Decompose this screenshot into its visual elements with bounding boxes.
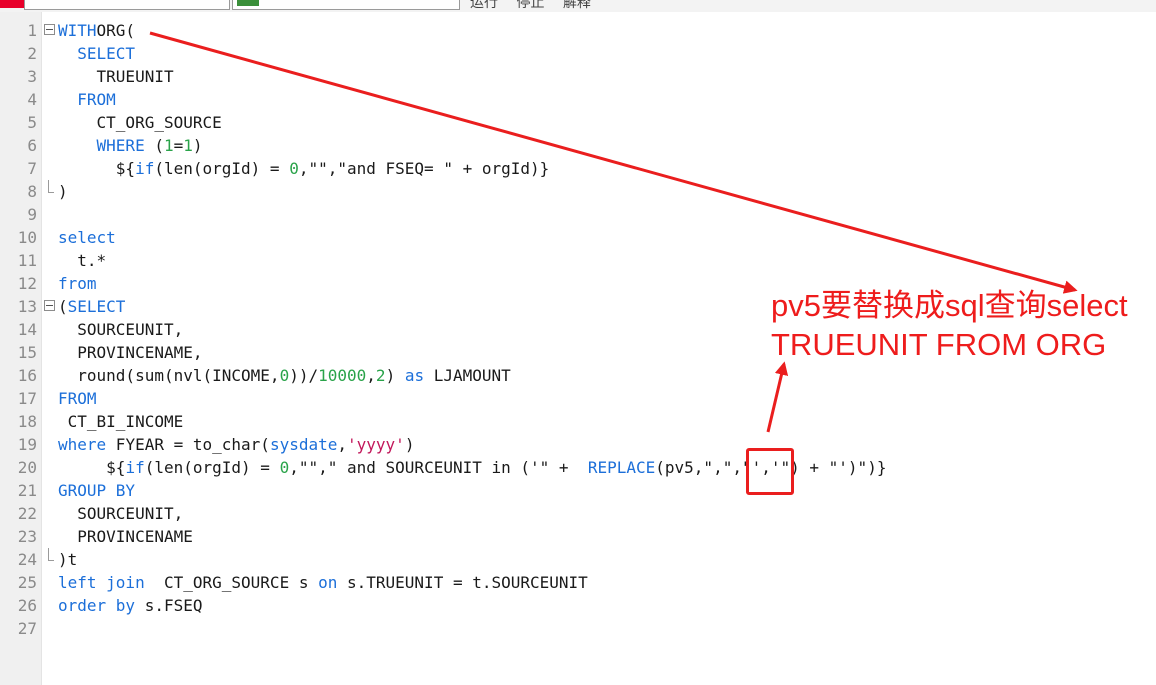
- code-text: SOURCEUNIT,: [58, 320, 184, 339]
- code-text: select: [58, 228, 116, 247]
- line-number: 17: [17, 389, 37, 408]
- app-icon: [0, 0, 24, 8]
- code-text: left join CT_ORG_SOURCE s on s.TRUEUNIT …: [58, 573, 588, 592]
- line-number: 18: [17, 412, 37, 431]
- code-text: )t: [58, 550, 78, 569]
- line-number: 21: [17, 481, 37, 500]
- line-number: 11: [17, 251, 37, 270]
- toolbar: 运行 停止 解释: [0, 0, 1156, 12]
- code-text: where FYEAR = to_char(sysdate,'yyyy'): [58, 435, 415, 454]
- code-text: CT_BI_INCOME: [58, 412, 184, 431]
- code-text: SOURCEUNIT,: [58, 504, 184, 523]
- line-number: 2: [27, 44, 37, 63]
- code-text: FROM: [58, 389, 97, 408]
- line-number: 25: [17, 573, 37, 592]
- code-text: TRUEUNIT: [58, 67, 174, 86]
- line-number: 22: [17, 504, 37, 523]
- arrow-box-to-annotation: [766, 361, 789, 433]
- line-number: 16: [17, 366, 37, 385]
- code-text: WITHORG(: [58, 21, 136, 40]
- annotation-text: pv5要替换成sql查询select TRUEUNIT FROM ORG: [771, 286, 1128, 364]
- line-number: 27: [17, 619, 37, 638]
- line-number: 15: [17, 343, 37, 362]
- code-text: CT_ORG_SOURCE: [58, 113, 222, 132]
- pv5-highlight-box: [746, 448, 794, 495]
- line-number: 24: [17, 550, 37, 569]
- fold-end-icon: [43, 180, 57, 203]
- line-number: 7: [27, 159, 37, 178]
- code-text: order by s.FSEQ: [58, 596, 203, 615]
- line-number: 5: [27, 113, 37, 132]
- line-number: 26: [17, 596, 37, 615]
- code-text: SELECT: [77, 44, 136, 63]
- gutter-divider: [41, 12, 42, 685]
- line-number: 19: [17, 435, 37, 454]
- code-text: WHERE (1=1): [96, 136, 203, 155]
- code-text: PROVINCENAME: [58, 527, 193, 546]
- database-icon: [237, 0, 259, 6]
- line-number: 3: [27, 67, 37, 86]
- annotation-line-1: pv5要替换成sql查询select: [771, 288, 1128, 323]
- fold-toggle-icon[interactable]: [43, 295, 57, 318]
- code-text: ${if(len(orgId) = 0,"","and FSEQ= " + or…: [58, 159, 550, 178]
- database-select[interactable]: [232, 0, 460, 10]
- run-button[interactable]: 运行: [470, 0, 498, 11]
- code-text: round(sum(nvl(INCOME,0))/10000,2) as LJA…: [58, 366, 511, 385]
- toolbar-actions: 运行 停止 解释: [470, 0, 605, 12]
- line-number: 14: [17, 320, 37, 339]
- code-text: t.*: [58, 251, 107, 270]
- code-text: PROVINCENAME,: [58, 343, 203, 362]
- line-number: 9: [27, 205, 37, 224]
- annotation-line-2: TRUEUNIT FROM ORG: [771, 327, 1107, 362]
- code-text: (SELECT: [58, 297, 126, 316]
- line-number: 13: [17, 297, 37, 316]
- line-number: 4: [27, 90, 37, 109]
- connection-select[interactable]: [24, 0, 230, 10]
- fold-toggle-icon[interactable]: [43, 19, 57, 42]
- line-number: 8: [27, 182, 37, 201]
- code-text: FROM: [77, 90, 116, 109]
- code-text: from: [58, 274, 97, 293]
- fold-end-icon: [43, 548, 57, 571]
- line-number: 6: [27, 136, 37, 155]
- explain-button[interactable]: 解释: [563, 0, 591, 11]
- line-number: 1: [27, 21, 37, 40]
- line-number: 12: [17, 274, 37, 293]
- code-text: GROUP BY: [58, 481, 136, 500]
- code-text: ): [58, 182, 68, 201]
- stop-button[interactable]: 停止: [516, 0, 544, 11]
- line-number: 20: [17, 458, 37, 477]
- line-number: 23: [17, 527, 37, 546]
- line-number: 10: [17, 228, 37, 247]
